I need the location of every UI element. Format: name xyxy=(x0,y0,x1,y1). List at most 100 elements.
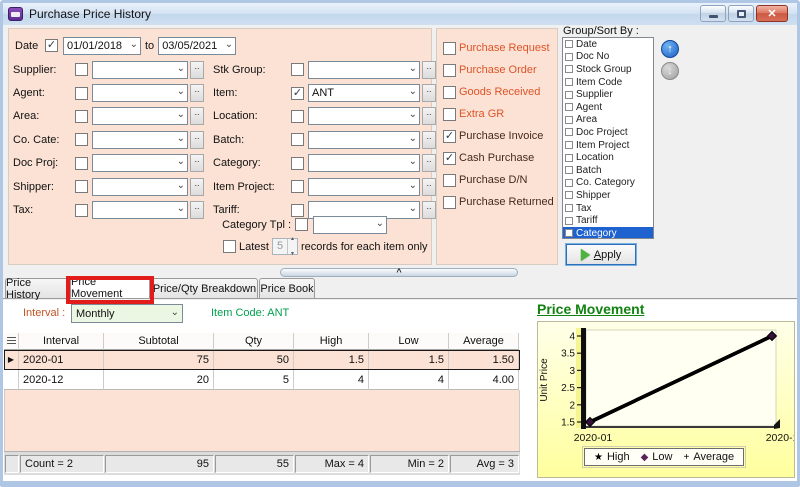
group-sort-checkbox[interactable] xyxy=(565,103,573,111)
filter-left-checkbox[interactable] xyxy=(75,204,88,217)
group-sort-checkbox[interactable] xyxy=(565,141,573,149)
filter-right-checkbox[interactable] xyxy=(291,63,304,76)
doc-type-checkbox[interactable]: ✓ xyxy=(443,130,456,143)
column-header-subtotal[interactable]: Subtotal xyxy=(104,333,214,350)
tab-price-qty-breakdown[interactable]: Price/Qty Breakdown xyxy=(151,278,258,298)
browse-ellipsis-button[interactable]: .. xyxy=(190,61,204,79)
browse-ellipsis-button[interactable]: .. xyxy=(190,178,204,196)
latest-count-stepper[interactable]: 5 ▲▼ xyxy=(272,238,298,255)
group-sort-item[interactable]: Location xyxy=(563,151,653,164)
doc-type-checkbox[interactable] xyxy=(443,86,456,99)
group-sort-checkbox[interactable] xyxy=(565,78,573,86)
group-sort-checkbox[interactable] xyxy=(565,179,573,187)
group-sort-checkbox[interactable] xyxy=(565,204,573,212)
group-sort-checkbox[interactable] xyxy=(565,40,573,48)
filter-left-checkbox[interactable] xyxy=(75,133,88,146)
filter-right-checkbox[interactable] xyxy=(291,133,304,146)
filter-right-select[interactable]: ⌄ xyxy=(308,131,420,149)
filter-left-checkbox[interactable] xyxy=(75,87,88,100)
group-sort-checkbox[interactable] xyxy=(565,154,573,162)
group-sort-checkbox[interactable] xyxy=(565,191,573,199)
spin-down-icon[interactable]: ▼ xyxy=(290,247,295,262)
group-sort-item[interactable]: Supplier xyxy=(563,88,653,101)
doc-type-checkbox[interactable]: ✓ xyxy=(443,152,456,165)
move-up-button[interactable]: ↑ xyxy=(661,40,679,58)
table-row[interactable]: 2020-12205444.00 xyxy=(4,370,520,390)
spin-up-icon[interactable]: ▲ xyxy=(290,232,295,247)
group-sort-item[interactable]: Doc Project xyxy=(563,126,653,139)
column-header-low[interactable]: Low xyxy=(369,333,449,350)
doc-type-checkbox[interactable] xyxy=(443,42,456,55)
browse-ellipsis-button[interactable]: .. xyxy=(190,107,204,125)
move-down-button[interactable]: ↓ xyxy=(661,62,679,80)
filter-left-select[interactable]: ⌄ xyxy=(92,84,188,102)
group-sort-item[interactable]: Tax xyxy=(563,202,653,215)
group-sort-item[interactable]: Item Code xyxy=(563,76,653,89)
group-sort-checkbox[interactable] xyxy=(565,229,573,237)
filter-right-select[interactable]: ANT⌄ xyxy=(308,84,420,102)
close-button[interactable]: ✕ xyxy=(756,5,788,22)
browse-ellipsis-button[interactable]: .. xyxy=(190,201,204,219)
group-sort-item[interactable]: Category xyxy=(563,227,653,239)
browse-ellipsis-button[interactable]: .. xyxy=(422,154,436,172)
tab-price-book[interactable]: Price Book xyxy=(259,278,315,298)
table-row[interactable]: ▶2020-0175501.51.51.50 xyxy=(4,350,520,370)
browse-ellipsis-button[interactable]: .. xyxy=(422,131,436,149)
maximize-button[interactable] xyxy=(728,5,754,22)
column-header-high[interactable]: High xyxy=(294,333,369,350)
group-sort-item[interactable]: Co. Category xyxy=(563,177,653,190)
filter-right-checkbox[interactable] xyxy=(291,180,304,193)
panel-splitter-handle[interactable]: ^ xyxy=(280,268,518,277)
group-sort-listbox[interactable]: DateDoc NoStock GroupItem CodeSupplierAg… xyxy=(562,37,654,239)
group-sort-checkbox[interactable] xyxy=(565,53,573,61)
date-to-select[interactable]: 03/05/2021⌄ xyxy=(158,37,236,55)
group-sort-checkbox[interactable] xyxy=(565,65,573,73)
group-sort-item[interactable]: Batch xyxy=(563,164,653,177)
browse-ellipsis-button[interactable]: .. xyxy=(190,131,204,149)
date-from-select[interactable]: 01/01/2018⌄ xyxy=(63,37,141,55)
group-sort-item[interactable]: Doc No xyxy=(563,51,653,64)
group-sort-item[interactable]: Stock Group xyxy=(563,63,653,76)
filter-right-checkbox[interactable] xyxy=(291,110,304,123)
category-tpl-select[interactable]: ⌄ xyxy=(313,216,387,234)
filter-left-select[interactable]: ⌄ xyxy=(92,107,188,125)
group-sort-item[interactable]: Tariff xyxy=(563,214,653,227)
browse-ellipsis-button[interactable]: .. xyxy=(422,84,436,102)
grid-customize-cell[interactable] xyxy=(4,333,19,350)
category-tpl-checkbox[interactable] xyxy=(295,218,308,231)
browse-ellipsis-button[interactable]: .. xyxy=(190,84,204,102)
column-header-average[interactable]: Average xyxy=(449,333,519,350)
group-sort-checkbox[interactable] xyxy=(565,91,573,99)
filter-right-checkbox[interactable]: ✓ xyxy=(291,87,304,100)
group-sort-checkbox[interactable] xyxy=(565,116,573,124)
doc-type-checkbox[interactable] xyxy=(443,196,456,209)
filter-right-select[interactable]: ⌄ xyxy=(308,154,420,172)
filter-left-checkbox[interactable] xyxy=(75,63,88,76)
group-sort-item[interactable]: Area xyxy=(563,114,653,127)
browse-ellipsis-button[interactable]: .. xyxy=(422,201,436,219)
group-sort-checkbox[interactable] xyxy=(565,128,573,136)
group-sort-checkbox[interactable] xyxy=(565,217,573,225)
group-sort-checkbox[interactable] xyxy=(565,166,573,174)
doc-type-checkbox[interactable] xyxy=(443,174,456,187)
filter-left-select[interactable]: ⌄ xyxy=(92,131,188,149)
tab-price-history[interactable]: Price History xyxy=(5,278,69,298)
minimize-button[interactable] xyxy=(700,5,726,22)
browse-ellipsis-button[interactable]: .. xyxy=(422,61,436,79)
group-sort-item[interactable]: Agent xyxy=(563,101,653,114)
column-header-interval[interactable]: Interval xyxy=(19,333,104,350)
browse-ellipsis-button[interactable]: .. xyxy=(422,178,436,196)
filter-left-select[interactable]: ⌄ xyxy=(92,178,188,196)
latest-checkbox[interactable] xyxy=(223,240,236,253)
group-sort-item[interactable]: Shipper xyxy=(563,189,653,202)
group-sort-item[interactable]: Date xyxy=(563,38,653,51)
filter-right-select[interactable]: ⌄ xyxy=(308,107,420,125)
filter-right-checkbox[interactable] xyxy=(291,157,304,170)
column-header-qty[interactable]: Qty xyxy=(214,333,294,350)
filter-right-select[interactable]: ⌄ xyxy=(308,178,420,196)
filter-right-select[interactable]: ⌄ xyxy=(308,61,420,79)
doc-type-checkbox[interactable] xyxy=(443,64,456,77)
filter-left-select[interactable]: ⌄ xyxy=(92,154,188,172)
filter-left-checkbox[interactable] xyxy=(75,110,88,123)
apply-button[interactable]: Apply xyxy=(566,244,636,265)
